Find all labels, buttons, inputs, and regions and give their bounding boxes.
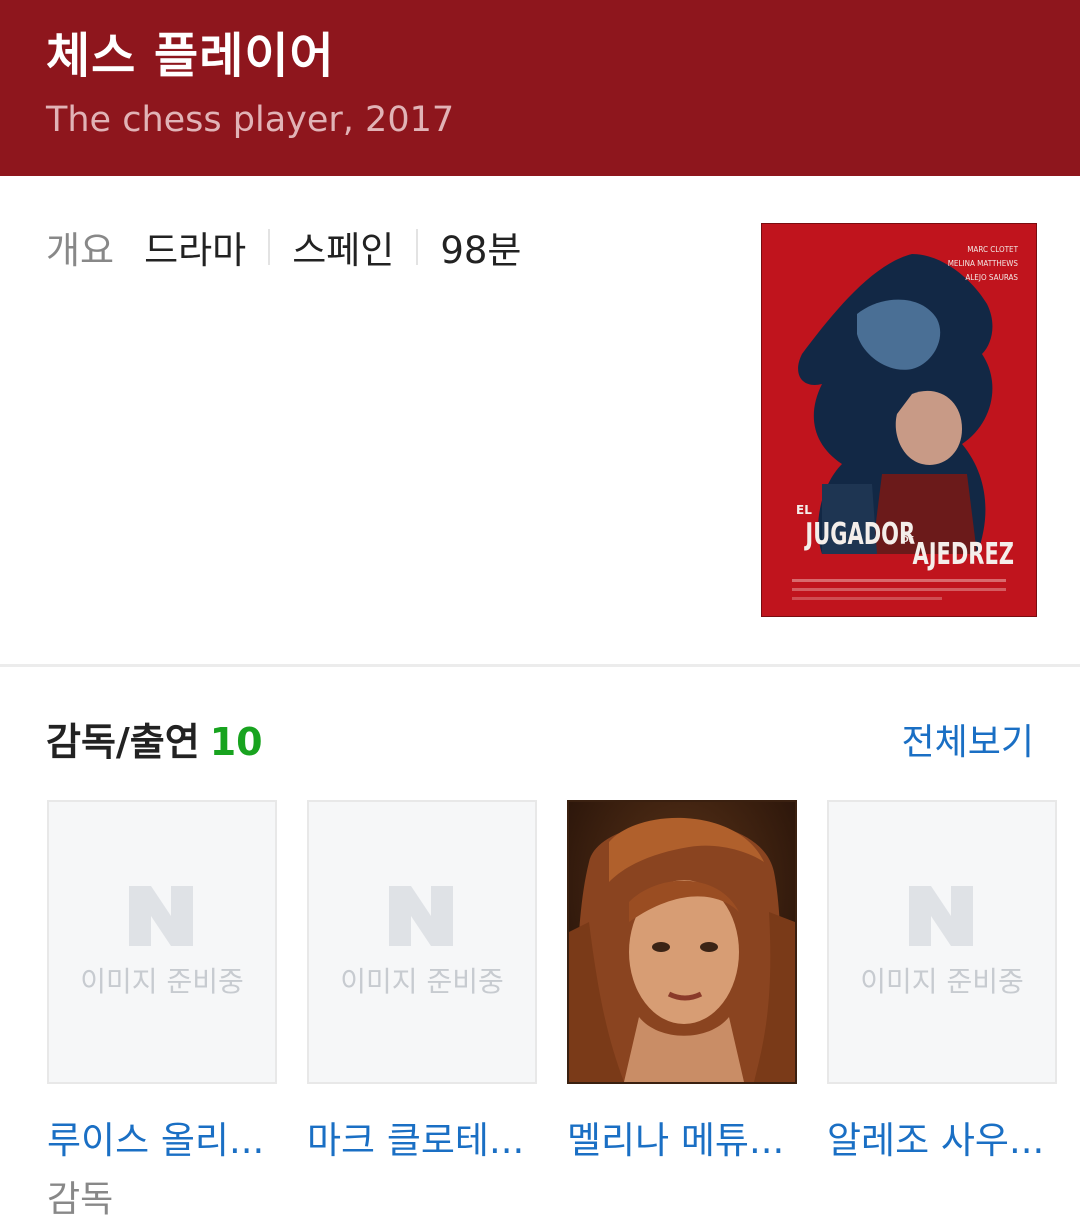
divider <box>416 229 419 265</box>
cast-name[interactable]: 멜리나 메튜... <box>567 1110 797 1164</box>
poster-credit-1: MARC CLOTET <box>967 245 1018 254</box>
cast-heading: 감독/출연 10 <box>46 711 263 766</box>
cast-thumbnail-placeholder[interactable]: 이미지 준비중 <box>827 800 1057 1084</box>
cast-card[interactable]: 이미지 준비중 알레조 사우... <box>827 800 1057 1222</box>
naver-logo-icon <box>909 886 973 946</box>
runtime-value: 98분 <box>440 229 522 272</box>
overview-section: 개요 드라마 스페인 98분 MARC CLOTET MELINA MATTHE… <box>0 176 1080 667</box>
cast-thumbnail-placeholder[interactable]: 이미지 준비중 <box>47 800 277 1084</box>
portrait-image <box>569 802 795 1082</box>
poster-title-main: JUGADOR <box>804 517 915 552</box>
cast-role: 감독 <box>47 1179 114 1220</box>
poster-title-el: EL <box>796 503 812 517</box>
cast-section: 감독/출연 10 전체보기 이미지 준비중 루이스 올리... 감독 이미지 준비… <box>0 667 1080 1220</box>
cast-name[interactable]: 루이스 올리... <box>47 1110 277 1164</box>
cast-name[interactable]: 알레조 사우... <box>827 1110 1057 1164</box>
view-all-link[interactable]: 전체보기 <box>902 713 1034 765</box>
cast-name[interactable]: 마크 클로테... <box>307 1110 537 1164</box>
movie-poster[interactable]: MARC CLOTET MELINA MATTHEWS ALEJO SAURAS… <box>762 224 1036 616</box>
poster-credit-3: ALEJO SAURAS <box>965 273 1018 282</box>
cast-card[interactable]: 이미지 준비중 마크 클로테... <box>307 800 537 1222</box>
cast-thumbnail-placeholder[interactable]: 이미지 준비중 <box>307 800 537 1084</box>
cast-card[interactable]: 이미지 준비중 루이스 올리... 감독 <box>47 800 277 1222</box>
placeholder-text: 이미지 준비중 <box>80 965 244 998</box>
overview-meta: 개요 드라마 스페인 98분 <box>46 220 521 274</box>
movie-subtitle: The chess player, 2017 <box>46 100 455 140</box>
genre-link[interactable]: 드라마 <box>144 220 246 274</box>
placeholder-text: 이미지 준비중 <box>340 965 504 998</box>
overview-label: 개요 <box>46 229 115 272</box>
placeholder-text: 이미지 준비중 <box>860 965 1024 998</box>
poster-credit-2: MELINA MATTHEWS <box>948 259 1019 268</box>
movie-header: 체스 플레이어 The chess player, 2017 <box>0 0 1080 176</box>
movie-title: 체스 플레이어 <box>46 28 335 84</box>
cast-heading-label: 감독/출연 <box>46 720 200 764</box>
cast-count: 10 <box>209 720 263 764</box>
cast-list: 이미지 준비중 루이스 올리... 감독 이미지 준비중 마크 클로테... 멜… <box>47 800 1080 1222</box>
country-link[interactable]: 스페인 <box>292 220 394 274</box>
poster-title-end: AJEDREZ <box>913 537 1015 572</box>
naver-logo-icon <box>389 886 453 946</box>
cast-photo[interactable] <box>567 800 797 1084</box>
naver-logo-icon <box>129 886 193 946</box>
cast-card[interactable]: 멜리나 메튜... <box>567 800 797 1222</box>
divider <box>268 229 271 265</box>
